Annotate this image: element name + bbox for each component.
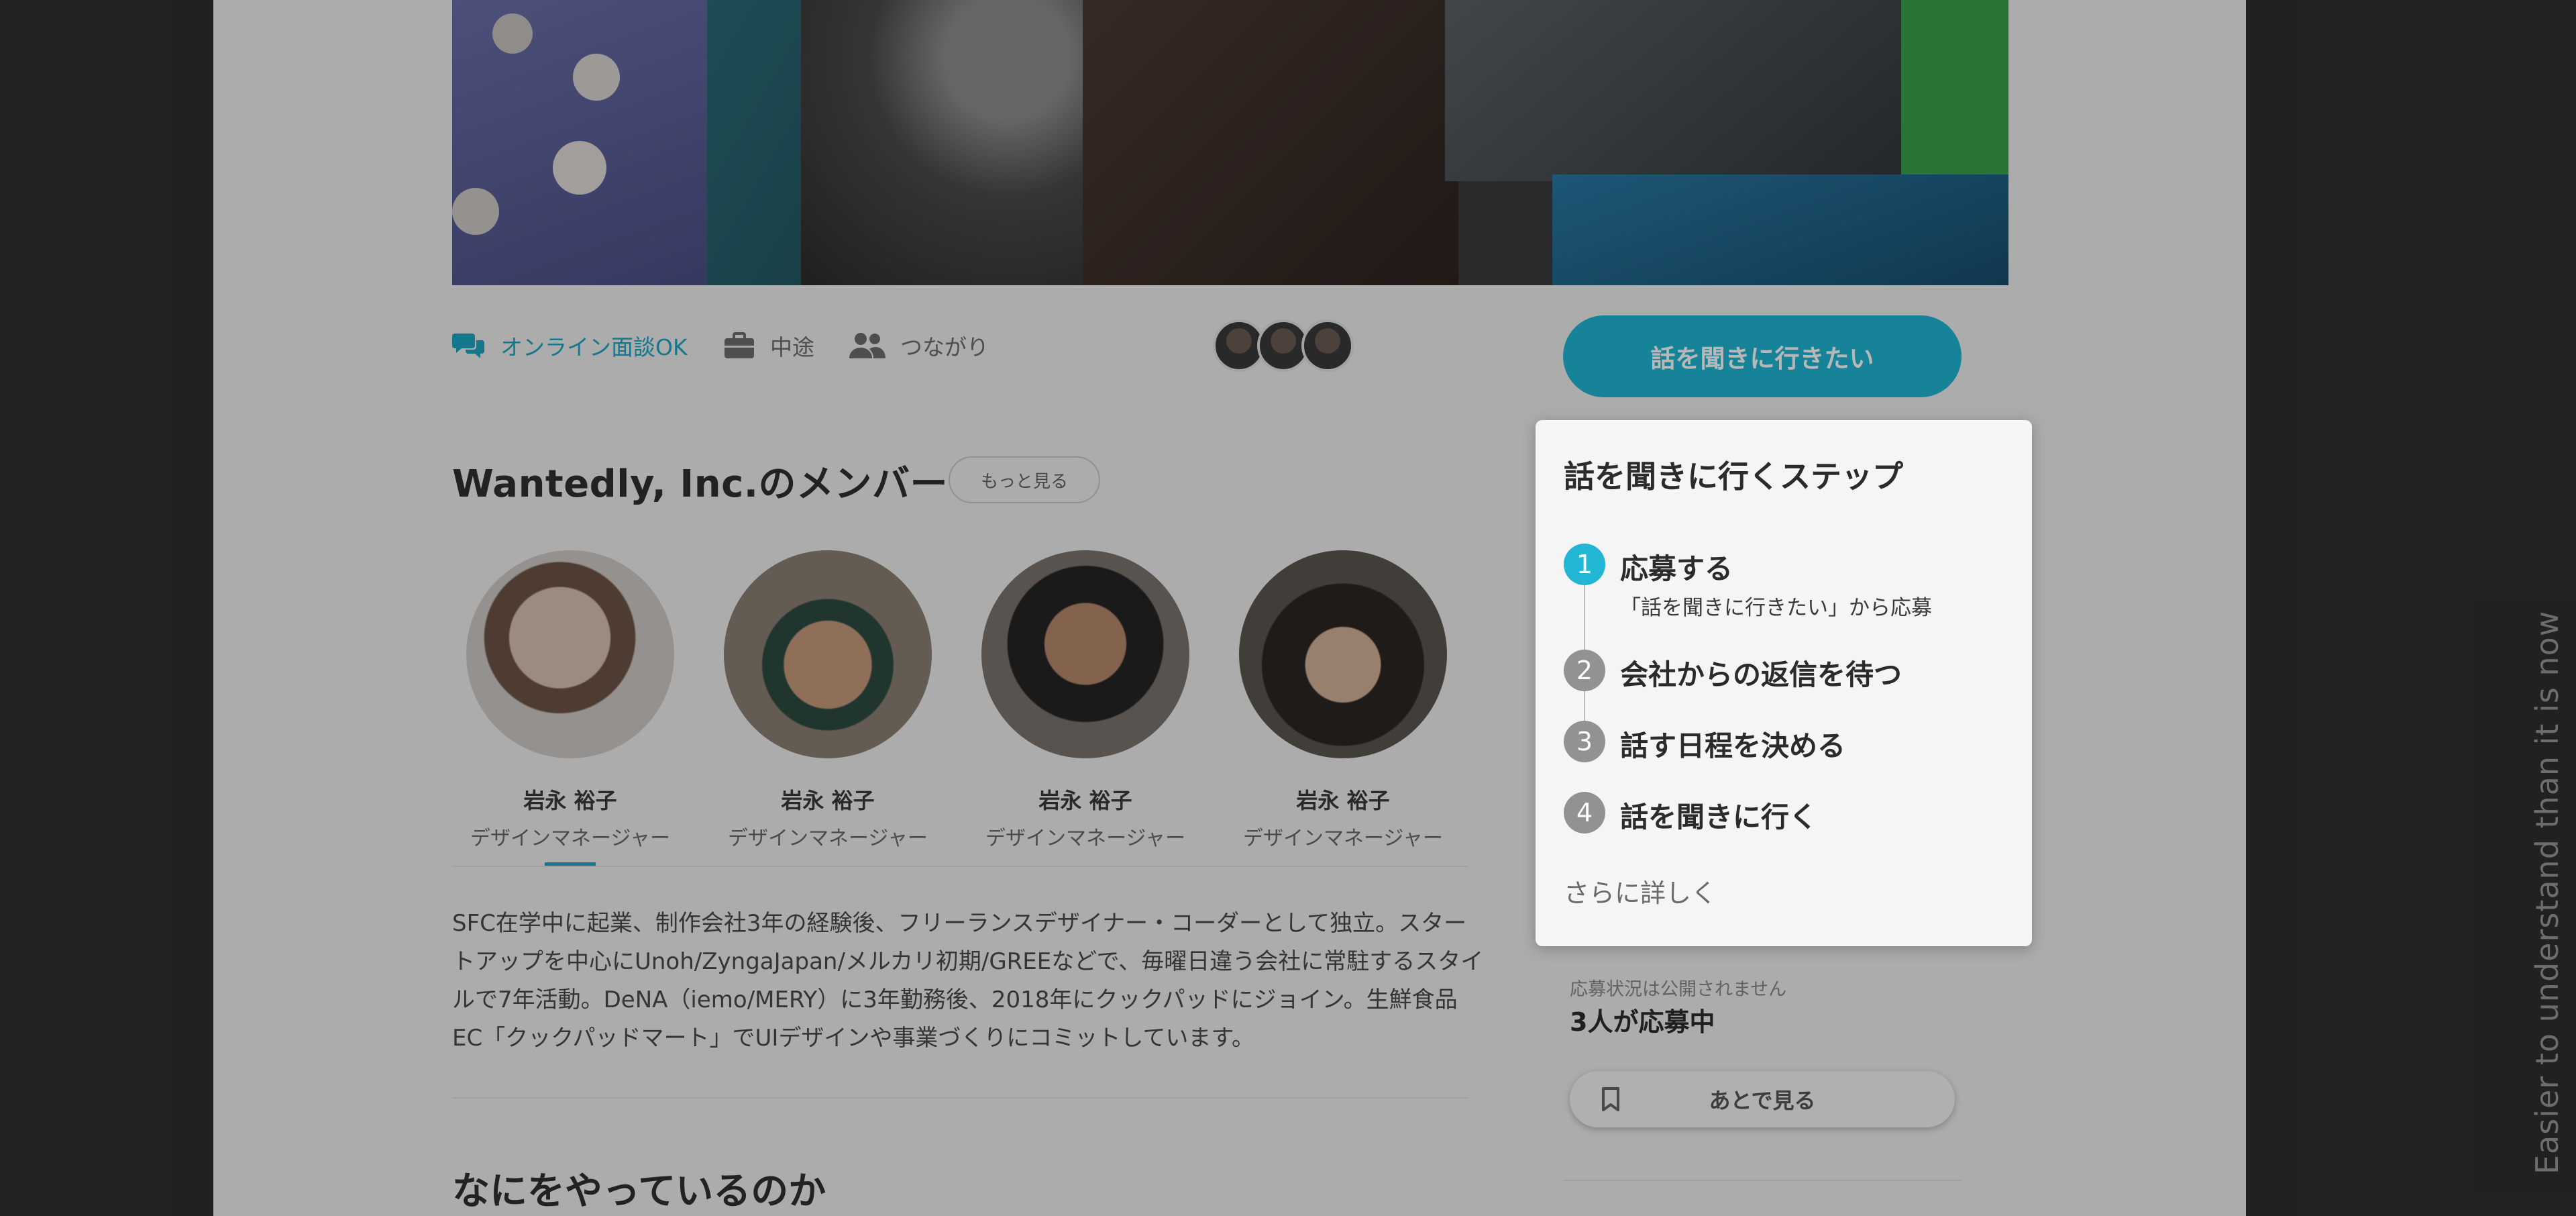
step-number-1: 1	[1564, 544, 1605, 585]
step-number-2: 2	[1564, 650, 1605, 691]
step-number-3: 3	[1564, 721, 1605, 762]
step-label-4: 話を聞きに行く	[1620, 801, 1818, 833]
step-number-4: 4	[1564, 792, 1605, 833]
step-label-2: 会社からの返信を待つ	[1620, 658, 1902, 691]
modal-backdrop[interactable]	[0, 0, 2576, 1216]
popover-title: 話を聞きに行くステップ	[1564, 458, 1903, 495]
apply-steps-popover: 話を聞きに行くステップ 1 応募する 「話を聞きに行きたい」から応募 2 会社か…	[1536, 420, 2032, 946]
learn-more-link[interactable]: さらに詳しく	[1564, 872, 1717, 909]
step-description-1: 「話を聞きに行きたい」から応募	[1620, 596, 1932, 620]
step-label-1: 応募する	[1620, 552, 1733, 585]
vertical-tagline: Easier to understand than it is now	[2529, 610, 2565, 1174]
step-label-3: 話す日程を決める	[1620, 729, 1846, 762]
